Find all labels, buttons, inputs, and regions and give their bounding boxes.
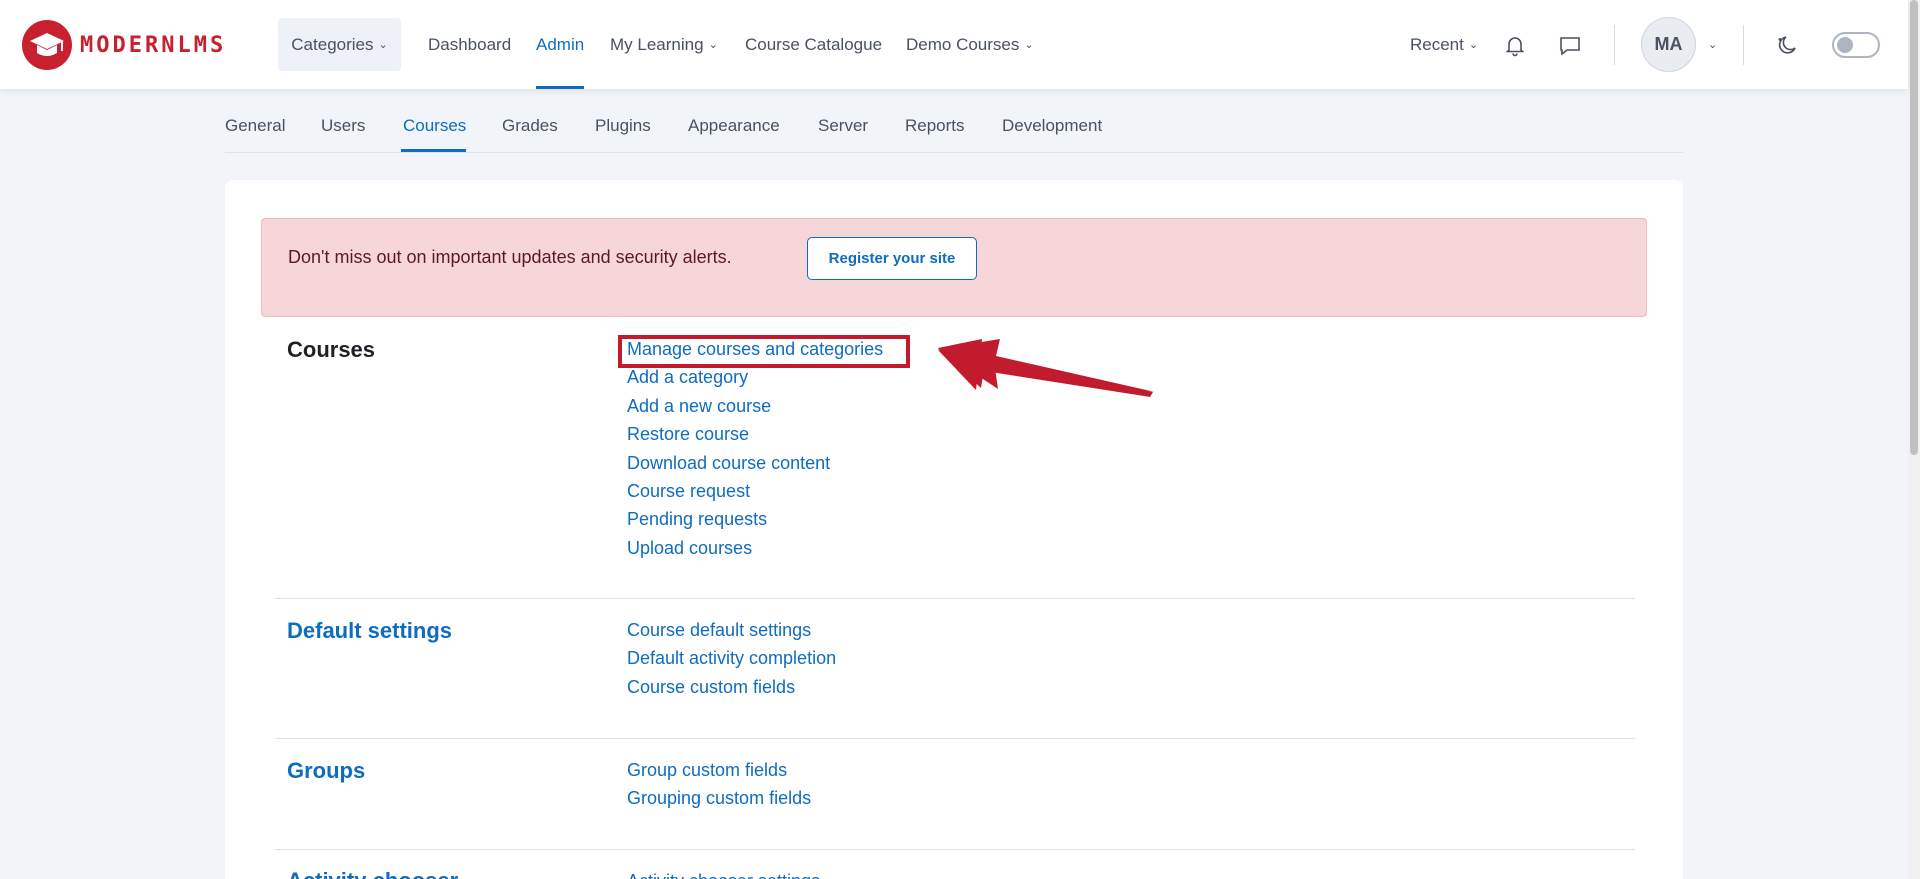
moon-icon[interactable] — [1776, 0, 1800, 89]
graduation-cap-icon — [22, 20, 72, 70]
section-title-default-settings[interactable]: Default settings — [287, 618, 452, 644]
register-site-button[interactable]: Register your site — [807, 237, 977, 280]
section-divider — [275, 598, 1635, 599]
section-title-groups[interactable]: Groups — [287, 758, 365, 784]
nav-recent-label: Recent — [1410, 34, 1464, 54]
admin-courses-card: Don't miss out on important updates and … — [225, 180, 1683, 879]
brand-name: MODERNLMS — [80, 32, 227, 58]
tab-active-indicator — [401, 149, 466, 152]
nav-categories-label: Categories — [291, 34, 374, 54]
section-title-activity-chooser[interactable]: Activity chooser — [287, 868, 458, 879]
link-activity-chooser-settings[interactable]: Activity chooser settings — [627, 867, 820, 879]
tab-reports[interactable]: Reports — [905, 100, 965, 152]
tab-users[interactable]: Users — [321, 100, 365, 152]
nav-recent-dropdown[interactable]: Recent ⌄ — [1410, 0, 1478, 89]
user-menu-chevron-icon[interactable]: ⌄ — [1703, 0, 1717, 89]
tab-grades[interactable]: Grades — [502, 100, 558, 152]
top-navbar: MODERNLMS Categories ⌄ Dashboard Admin M… — [0, 0, 1908, 89]
nav-my-learning-label: My Learning — [610, 34, 704, 54]
page-scrollbar[interactable] — [1908, 0, 1920, 879]
dark-mode-toggle[interactable] — [1832, 32, 1880, 58]
link-course-default-settings[interactable]: Course default settings — [627, 616, 836, 644]
nav-dashboard[interactable]: Dashboard — [428, 0, 511, 89]
link-add-new-course[interactable]: Add a new course — [627, 392, 883, 420]
nav-demo-courses-label: Demo Courses — [906, 34, 1020, 54]
link-grouping-custom-fields[interactable]: Grouping custom fields — [627, 784, 811, 812]
tab-plugins[interactable]: Plugins — [595, 100, 651, 152]
site-logo[interactable]: MODERNLMS — [22, 20, 226, 70]
link-upload-courses[interactable]: Upload courses — [627, 534, 883, 562]
nav-my-learning-dropdown[interactable]: My Learning ⌄ — [610, 0, 718, 89]
link-default-activity-completion[interactable]: Default activity completion — [627, 644, 836, 672]
link-restore-course[interactable]: Restore course — [627, 420, 883, 448]
link-pending-requests[interactable]: Pending requests — [627, 505, 883, 533]
default-settings-links: Course default settings Default activity… — [627, 616, 836, 701]
toggle-knob — [1837, 37, 1853, 53]
chat-icon[interactable] — [1558, 0, 1582, 89]
courses-links: Manage courses and categories Add a cate… — [627, 335, 883, 562]
chevron-down-icon: ⌄ — [1024, 39, 1034, 51]
section-divider — [275, 849, 1635, 850]
chevron-down-icon: ⌄ — [708, 39, 718, 51]
bell-icon[interactable] — [1503, 0, 1527, 89]
link-group-custom-fields[interactable]: Group custom fields — [627, 756, 811, 784]
nav-demo-courses-dropdown[interactable]: Demo Courses ⌄ — [906, 0, 1034, 89]
tab-server[interactable]: Server — [818, 100, 868, 152]
tab-development[interactable]: Development — [1002, 100, 1102, 152]
nav-active-indicator — [536, 86, 584, 89]
tab-general[interactable]: General — [225, 100, 285, 152]
link-course-request[interactable]: Course request — [627, 477, 883, 505]
link-course-custom-fields[interactable]: Course custom fields — [627, 673, 836, 701]
scrollbar-thumb[interactable] — [1910, 0, 1918, 455]
link-download-course-content[interactable]: Download course content — [627, 449, 883, 477]
registration-alert: Don't miss out on important updates and … — [261, 218, 1647, 317]
tab-courses[interactable]: Courses — [403, 100, 466, 152]
navbar-divider — [1743, 25, 1744, 65]
avatar[interactable]: MA — [1641, 17, 1696, 72]
section-title-courses: Courses — [287, 337, 376, 362]
chevron-down-icon: ⌄ — [378, 39, 388, 51]
chevron-down-icon: ⌄ — [1468, 39, 1479, 51]
activity-chooser-links: Activity chooser settings — [627, 867, 820, 879]
nav-admin[interactable]: Admin — [536, 0, 584, 89]
tab-appearance[interactable]: Appearance — [688, 100, 780, 152]
alert-message: Don't miss out on important updates and … — [288, 247, 732, 267]
navbar-divider — [1614, 25, 1615, 65]
annotation-highlight-box — [618, 335, 910, 368]
section-divider — [275, 738, 1635, 739]
admin-tabs: General Users Courses Grades Plugins App… — [225, 100, 1683, 153]
groups-links: Group custom fields Grouping custom fiel… — [627, 756, 811, 813]
nav-categories-dropdown[interactable]: Categories ⌄ — [278, 18, 401, 71]
nav-course-catalogue[interactable]: Course Catalogue — [745, 0, 882, 89]
